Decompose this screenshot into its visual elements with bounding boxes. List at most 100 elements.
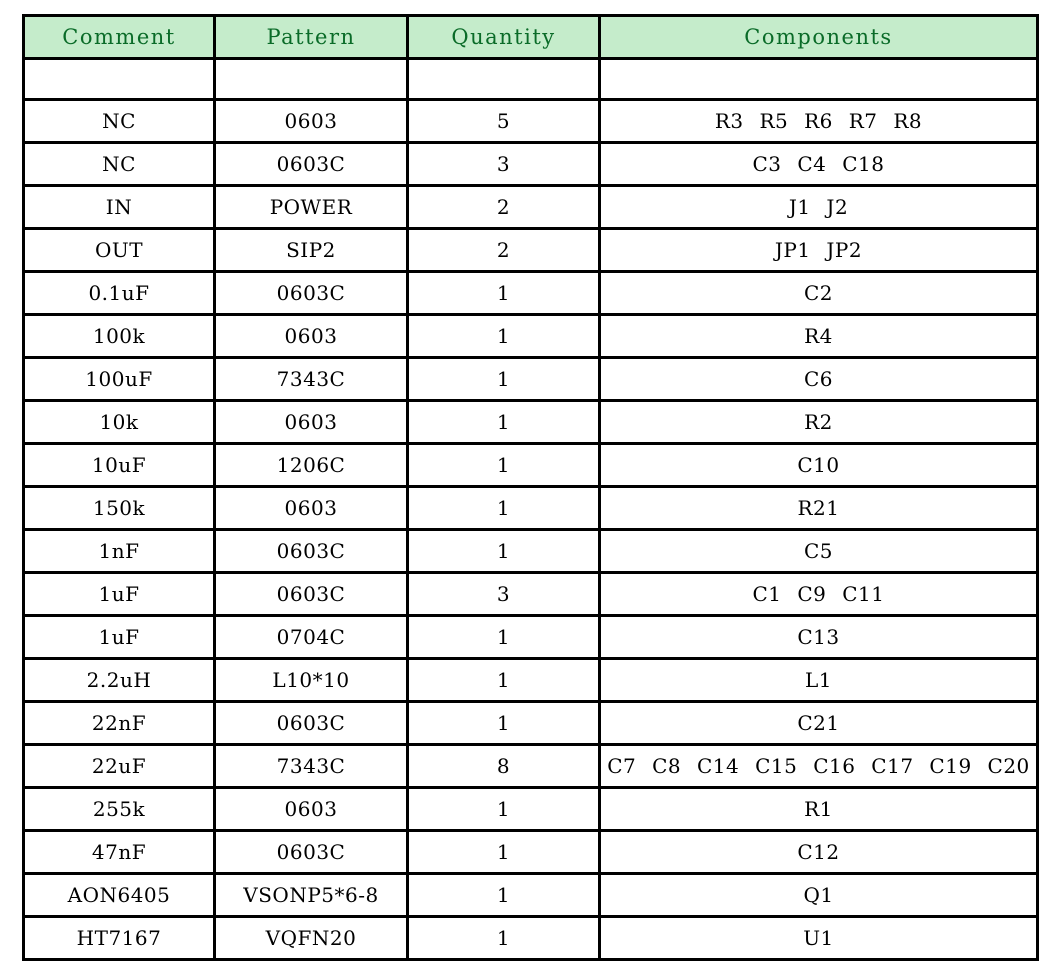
table-row: 0.1uF 0603C 1 C2 — [22, 270, 1039, 316]
cell-pattern: 0603 — [213, 399, 409, 445]
pattern-text: 0603C — [276, 281, 346, 305]
cell-components: R2 — [598, 399, 1039, 445]
column-header-quantity: Quantity — [406, 14, 601, 60]
cell-components: L1 — [598, 657, 1039, 703]
cell-quantity: 1 — [406, 485, 601, 531]
cell-quantity: 1 — [406, 657, 601, 703]
column-header-components: Components — [598, 14, 1039, 60]
table-row: NC 0603C 3 C3 C4 C18 — [22, 141, 1039, 187]
cell-quantity: 1 — [406, 829, 601, 875]
cell-comment: 22nF — [22, 700, 216, 746]
pattern-text: 0603C — [276, 711, 346, 735]
cell-quantity: 2 — [406, 227, 601, 273]
table-row: 1uF 0603C 3 C1 C9 C11 — [22, 571, 1039, 617]
cell-components: C7 C8 C14 C15 C16 C17 C19 C20 — [598, 743, 1039, 789]
comment-text: 10uF — [91, 453, 147, 477]
cell-components: C6 — [598, 356, 1039, 402]
cell-quantity: 1 — [406, 872, 601, 918]
cell-quantity: 1 — [406, 614, 601, 660]
quantity-text: 2 — [496, 195, 511, 219]
pattern-text: VSONP5*6-8 — [243, 883, 379, 907]
cell-components: C3 C4 C18 — [598, 141, 1039, 187]
cell-quantity: 1 — [406, 270, 601, 316]
cell-pattern: 0603C — [213, 141, 409, 187]
components-text: C1 C9 C11 — [752, 582, 885, 606]
cell-pattern: 0603 — [213, 98, 409, 144]
cell-comment: 10k — [22, 399, 216, 445]
cell-components: C1 C9 C11 — [598, 571, 1039, 617]
cell-pattern: VQFN20 — [213, 915, 409, 961]
cell-pattern: 0704C — [213, 614, 409, 660]
cell-pattern: 0603 — [213, 786, 409, 832]
pattern-text: 0704C — [276, 625, 346, 649]
pattern-text: 7343C — [276, 367, 346, 391]
components-text: C13 — [797, 625, 840, 649]
cell-pattern: L10*10 — [213, 657, 409, 703]
components-text: C7 C8 C14 C15 C16 C17 C19 C20 — [607, 754, 1030, 778]
comment-text: 47nF — [91, 840, 147, 864]
comment-text: 10k — [99, 410, 139, 434]
cell-pattern: 0603 — [213, 313, 409, 359]
quantity-text: 2 — [496, 238, 511, 262]
table-row: 1nF 0603C 1 C5 — [22, 528, 1039, 574]
pattern-text: 0603 — [284, 324, 338, 348]
table-row: AON6405 VSONP5*6-8 1 Q1 — [22, 872, 1039, 918]
pattern-text: 0603C — [276, 539, 346, 563]
table-row-blank — [22, 57, 1039, 101]
table-header: Comment Pattern Quantity Components — [22, 14, 1039, 60]
pattern-text: 0603C — [276, 840, 346, 864]
components-text: C2 — [803, 281, 834, 305]
pattern-text: VQFN20 — [265, 926, 357, 950]
cell-comment: OUT — [22, 227, 216, 273]
table-row: 100k 0603 1 R4 — [22, 313, 1039, 359]
cell-components: U1 — [598, 915, 1039, 961]
comment-text: 150k — [92, 496, 146, 520]
cell-quantity: 3 — [406, 141, 601, 187]
components-text: C12 — [797, 840, 840, 864]
comment-text: 0.1uF — [88, 281, 150, 305]
cell-pattern: POWER — [213, 184, 409, 230]
components-text: C21 — [797, 711, 840, 735]
comment-text: 1uF — [98, 582, 140, 606]
cell-components: C5 — [598, 528, 1039, 574]
cell-comment: 47nF — [22, 829, 216, 875]
table-row: 22nF 0603C 1 C21 — [22, 700, 1039, 746]
cell-pattern: 7343C — [213, 356, 409, 402]
quantity-text: 1 — [496, 668, 511, 692]
components-text: Q1 — [803, 883, 834, 907]
components-text: J1 J2 — [788, 195, 849, 219]
cell-comment: IN — [22, 184, 216, 230]
quantity-text: 8 — [496, 754, 511, 778]
components-text: R21 — [797, 496, 840, 520]
quantity-text: 1 — [496, 883, 511, 907]
cell-components: JP1 JP2 — [598, 227, 1039, 273]
components-text: C5 — [803, 539, 834, 563]
cell-components — [598, 57, 1039, 101]
quantity-text: 1 — [496, 625, 511, 649]
cell-pattern: 7343C — [213, 743, 409, 789]
cell-comment: 1uF — [22, 571, 216, 617]
comment-text: AON6405 — [67, 883, 171, 907]
cell-quantity: 1 — [406, 399, 601, 445]
cell-quantity: 1 — [406, 786, 601, 832]
components-text: R2 — [804, 410, 833, 434]
table-row: 150k 0603 1 R21 — [22, 485, 1039, 531]
table-row: IN POWER 2 J1 J2 — [22, 184, 1039, 230]
pattern-text: 1206C — [276, 453, 346, 477]
cell-quantity: 1 — [406, 442, 601, 488]
cell-quantity: 3 — [406, 571, 601, 617]
pattern-text: POWER — [269, 195, 353, 219]
comment-text: 1nF — [98, 539, 140, 563]
comment-text: 100uF — [85, 367, 153, 391]
cell-comment — [22, 57, 216, 101]
comment-text: IN — [105, 195, 133, 219]
cell-components: Q1 — [598, 872, 1039, 918]
quantity-text: 1 — [496, 840, 511, 864]
table-header-row: Comment Pattern Quantity Components — [22, 14, 1039, 60]
cell-comment: HT7167 — [22, 915, 216, 961]
cell-pattern: 0603C — [213, 700, 409, 746]
cell-components: J1 J2 — [598, 184, 1039, 230]
cell-comment: 150k — [22, 485, 216, 531]
components-text: U1 — [803, 926, 834, 950]
components-text: L1 — [804, 668, 832, 692]
